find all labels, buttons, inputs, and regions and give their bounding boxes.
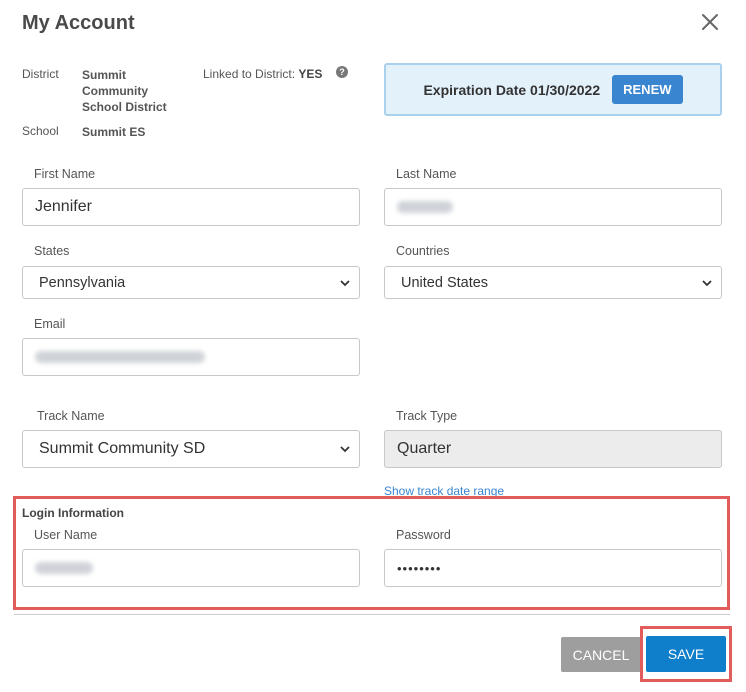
save-button[interactable]: SAVE	[646, 636, 726, 672]
track-name-select[interactable]: Summit Community SD	[22, 430, 360, 468]
dialog-title: My Account	[22, 12, 135, 34]
login-info-title: Login Information	[22, 506, 124, 520]
footer-divider	[14, 614, 730, 615]
cancel-button[interactable]: CANCEL	[561, 637, 641, 672]
last-name-label: Last Name	[396, 167, 457, 181]
school-label: School	[22, 124, 59, 138]
states-value: Pennsylvania	[39, 274, 126, 291]
last-name-input[interactable]	[384, 188, 722, 226]
password-label: Password	[396, 528, 451, 542]
linked-to-district: Linked to District: YES	[203, 67, 322, 81]
username-input[interactable]	[22, 549, 360, 587]
linked-value: YES	[298, 67, 323, 81]
countries-value: United States	[401, 274, 489, 291]
district-label: District	[22, 67, 59, 81]
countries-label: Countries	[396, 244, 450, 258]
username-label: User Name	[34, 528, 98, 542]
redacted-last-name	[397, 201, 453, 213]
expiration-date: Expiration Date 01/30/2022	[423, 81, 601, 98]
email-label: Email	[34, 317, 66, 331]
states-label: States	[34, 244, 70, 258]
chevron-down-icon	[340, 446, 350, 453]
redacted-username	[35, 562, 93, 574]
redacted-email	[35, 351, 205, 363]
password-input[interactable]: ••••••••	[384, 549, 722, 587]
password-value: ••••••••	[397, 560, 442, 576]
close-icon[interactable]	[700, 12, 720, 32]
track-type-label: Track Type	[396, 409, 458, 423]
email-input[interactable]	[22, 338, 360, 376]
states-select[interactable]: Pennsylvania	[22, 266, 360, 299]
chevron-down-icon	[340, 279, 350, 286]
chevron-down-icon	[702, 279, 712, 286]
countries-select[interactable]: United States	[384, 266, 722, 299]
district-value: Summit Community School District	[82, 68, 167, 114]
renew-button[interactable]: RENEW	[612, 75, 683, 104]
linked-label: Linked to District:	[203, 67, 296, 81]
track-type-value: Quarter	[397, 440, 452, 457]
first-name-value: Jennifer	[35, 198, 92, 215]
help-icon[interactable]: ?	[336, 66, 348, 78]
track-name-value: Summit Community SD	[39, 440, 206, 457]
track-name-label: Track Name	[37, 409, 105, 423]
expiration-panel: Expiration Date 01/30/2022 RENEW	[384, 63, 722, 116]
first-name-label: First Name	[34, 167, 96, 181]
school-value: Summit ES	[82, 125, 146, 139]
first-name-input[interactable]: Jennifer	[22, 188, 360, 226]
track-type-field: Quarter	[384, 430, 722, 468]
